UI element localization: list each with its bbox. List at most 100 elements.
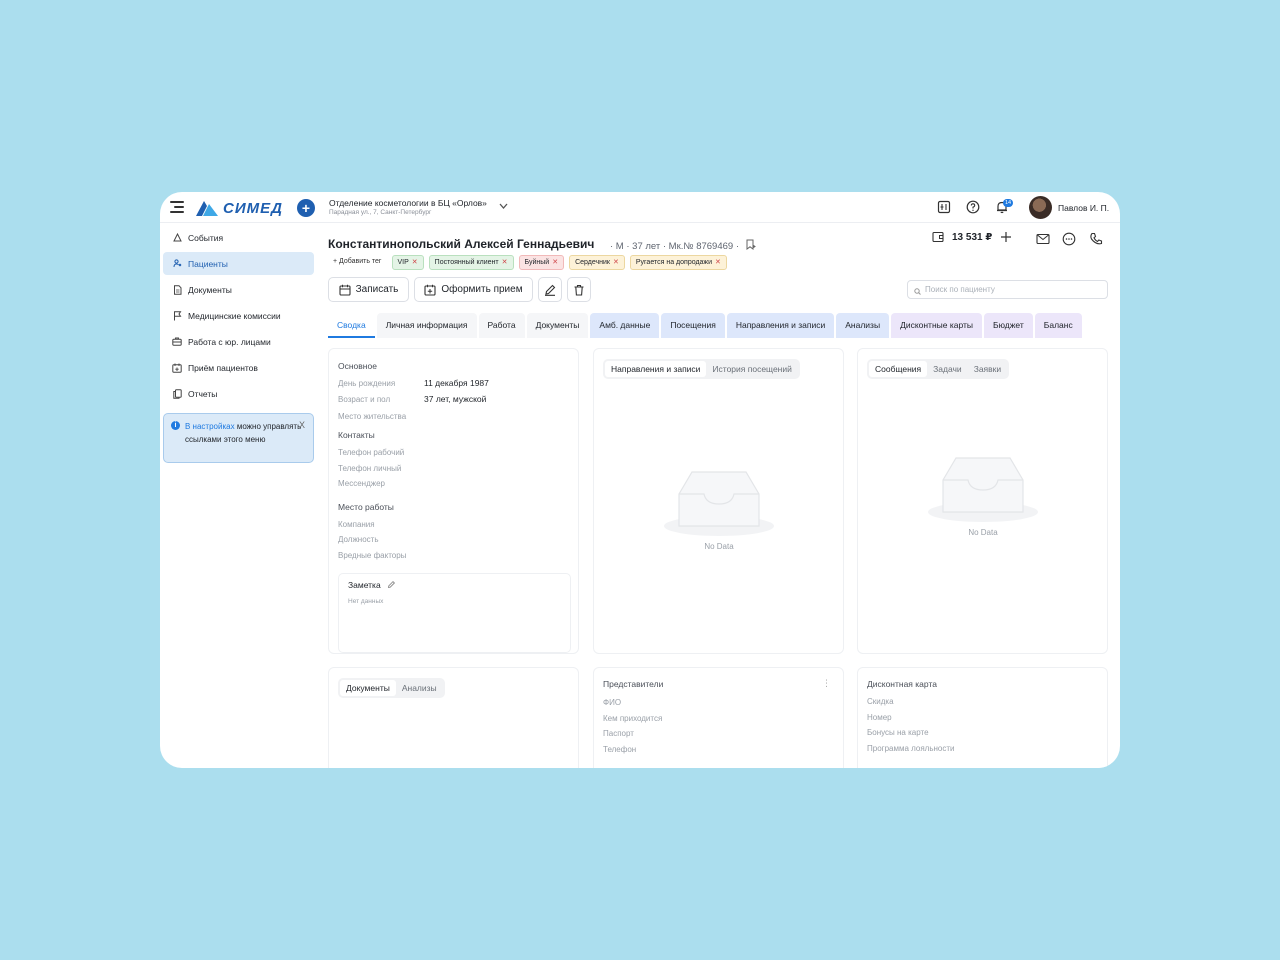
empty-text: No Data bbox=[704, 542, 734, 551]
sidebar-item-patients[interactable]: Пациенты bbox=[163, 252, 314, 275]
basic-section-title: Основное bbox=[338, 361, 377, 371]
sidebar-item-events[interactable]: События bbox=[163, 226, 314, 249]
tag-list: + Добавить тег VIP ✕ Постоянный клиент ✕ Б… bbox=[328, 255, 727, 270]
sidebar-item-documents[interactable]: Документы bbox=[163, 278, 314, 301]
add-tag-button[interactable]: + Добавить тег bbox=[328, 255, 387, 270]
document-icon bbox=[172, 284, 182, 295]
tab-visits[interactable]: Посещения bbox=[661, 313, 725, 338]
remove-tag-icon[interactable]: ✕ bbox=[552, 259, 558, 266]
note-box: Заметка Нет данных bbox=[338, 573, 571, 653]
tab-work[interactable]: Работа bbox=[478, 313, 525, 338]
chevron-down-icon[interactable] bbox=[499, 201, 508, 211]
tab-referrals[interactable]: Направления и записи bbox=[726, 313, 835, 338]
work-phone-label: Телефон рабочий bbox=[338, 448, 405, 457]
chat-icon[interactable] bbox=[1062, 232, 1076, 246]
tab-referrals-records[interactable]: Направления и записи bbox=[605, 361, 707, 377]
empty-text: No Data bbox=[968, 528, 998, 537]
sidebar-item-label: Документы bbox=[188, 284, 232, 295]
wallet-icon[interactable] bbox=[932, 231, 944, 243]
branch-name: Отделение косметологии в БЦ «Орлов» bbox=[329, 198, 487, 208]
branch-selector[interactable]: Отделение косметологии в БЦ «Орлов» Пара… bbox=[329, 198, 487, 216]
sidebar-item-reception[interactable]: Приём пациентов bbox=[163, 356, 314, 379]
edit-note-icon[interactable] bbox=[387, 580, 396, 589]
patient-icon bbox=[172, 259, 182, 269]
company-label: Компания bbox=[338, 520, 375, 529]
representatives-title: Представители bbox=[603, 679, 664, 689]
help-icon[interactable] bbox=[966, 200, 980, 214]
balance-value: 13 531 ₽ bbox=[952, 231, 993, 243]
logo[interactable]: СИМЕД bbox=[195, 199, 283, 217]
balance-area: 13 531 ₽ bbox=[932, 231, 1012, 243]
delete-button[interactable] bbox=[567, 277, 591, 302]
tab-card-analyses[interactable]: Анализы bbox=[396, 680, 443, 696]
tag-vip[interactable]: VIP ✕ bbox=[391, 255, 424, 270]
tab-budget[interactable]: Бюджет bbox=[984, 313, 1033, 338]
more-icon[interactable]: ⋮ bbox=[822, 678, 831, 689]
tab-documents[interactable]: Документы bbox=[526, 313, 589, 338]
tab-balance[interactable]: Баланс bbox=[1034, 313, 1082, 338]
sidebar-item-label: Пациенты bbox=[188, 258, 228, 269]
tab-visit-history[interactable]: История посещений bbox=[706, 361, 797, 377]
empty-box-icon bbox=[928, 457, 1038, 522]
remove-tag-icon[interactable]: ✕ bbox=[412, 259, 418, 266]
tag-upsell-complaint[interactable]: Ругается на допродажи ✕ bbox=[629, 255, 727, 270]
sidebar-item-commissions[interactable]: Медицинские комиссии bbox=[163, 304, 314, 327]
messages-card: Сообщения Задачи Заявки No Data bbox=[857, 348, 1108, 654]
edit-button[interactable] bbox=[538, 277, 562, 302]
search-icon bbox=[914, 285, 921, 302]
patient-tabs: Сводка Личная информация Работа Документ… bbox=[328, 313, 1120, 338]
remove-tag-icon[interactable]: ✕ bbox=[613, 259, 619, 266]
tab-requests[interactable]: Заявки bbox=[968, 361, 1007, 377]
record-button[interactable]: Записать bbox=[328, 277, 409, 302]
trash-icon bbox=[574, 284, 584, 296]
appointment-button[interactable]: Оформить прием bbox=[414, 277, 533, 302]
empty-box-icon bbox=[664, 471, 774, 536]
close-icon[interactable]: X bbox=[299, 419, 305, 432]
tag-violent[interactable]: Буйный ✕ bbox=[518, 255, 565, 270]
note-title: Заметка bbox=[348, 580, 396, 590]
relation-label: Кем приходится bbox=[603, 714, 663, 723]
tag-heart-patient[interactable]: Сердечник ✕ bbox=[569, 255, 625, 270]
flag-icon bbox=[172, 310, 182, 321]
birthday-label: День рождения bbox=[338, 379, 396, 388]
position-label: Должность bbox=[338, 535, 379, 544]
avatar[interactable] bbox=[1029, 196, 1052, 219]
tab-summary[interactable]: Сводка bbox=[328, 313, 375, 338]
remove-tag-icon[interactable]: ✕ bbox=[502, 259, 508, 266]
sidebar-item-reports[interactable]: Отчеты bbox=[163, 382, 314, 405]
add-balance-icon[interactable] bbox=[1000, 231, 1012, 243]
menu-toggle-icon[interactable] bbox=[170, 201, 184, 213]
empty-state: No Data bbox=[654, 464, 784, 551]
user-name[interactable]: Павлов И. П. bbox=[1058, 203, 1109, 213]
calculator-icon[interactable] bbox=[937, 200, 951, 214]
bookmark-icon[interactable] bbox=[745, 239, 756, 250]
tag-regular-client[interactable]: Постоянный клиент ✕ bbox=[428, 255, 514, 270]
tab-analyses[interactable]: Анализы bbox=[836, 313, 890, 338]
tab-discount-cards[interactable]: Дисконтные карты bbox=[891, 313, 983, 338]
patient-search-input[interactable]: Поиск по пациенту bbox=[907, 280, 1108, 299]
referrals-segmented: Направления и записи История посещений bbox=[603, 359, 800, 379]
sidebar-item-label: События bbox=[188, 232, 224, 243]
patient-name: Константинопольский Алексей Геннадьевич bbox=[328, 237, 595, 251]
tab-tasks[interactable]: Задачи bbox=[927, 361, 968, 377]
remove-tag-icon[interactable]: ✕ bbox=[715, 259, 721, 266]
tab-messages[interactable]: Сообщения bbox=[869, 361, 928, 377]
tab-personal-info[interactable]: Личная информация bbox=[376, 313, 477, 338]
contacts-section-title: Контакты bbox=[338, 430, 375, 440]
phone-icon[interactable] bbox=[1089, 232, 1103, 246]
loyalty-program-label: Программа лояльности bbox=[867, 744, 955, 753]
referrals-card: Направления и записи История посещений N… bbox=[593, 348, 844, 654]
calendar-icon bbox=[339, 284, 351, 296]
bonuses-label: Бонусы на карте bbox=[867, 728, 929, 737]
note-empty: Нет данных bbox=[348, 598, 384, 605]
discount-title: Дисконтная карта bbox=[867, 679, 937, 689]
tab-card-documents[interactable]: Документы bbox=[340, 680, 396, 696]
passport-label: Паспорт bbox=[603, 729, 634, 738]
create-button[interactable]: + bbox=[297, 199, 315, 217]
mail-icon[interactable] bbox=[1036, 233, 1050, 245]
notification-badge: 14 bbox=[1003, 199, 1014, 207]
documents-segmented: Документы Анализы bbox=[338, 678, 445, 698]
settings-link[interactable]: В настройках bbox=[185, 422, 235, 431]
tab-outpatient-data[interactable]: Амб. данные bbox=[590, 313, 660, 338]
sidebar-item-legal-entities[interactable]: Работа с юр. лицами bbox=[163, 330, 314, 353]
